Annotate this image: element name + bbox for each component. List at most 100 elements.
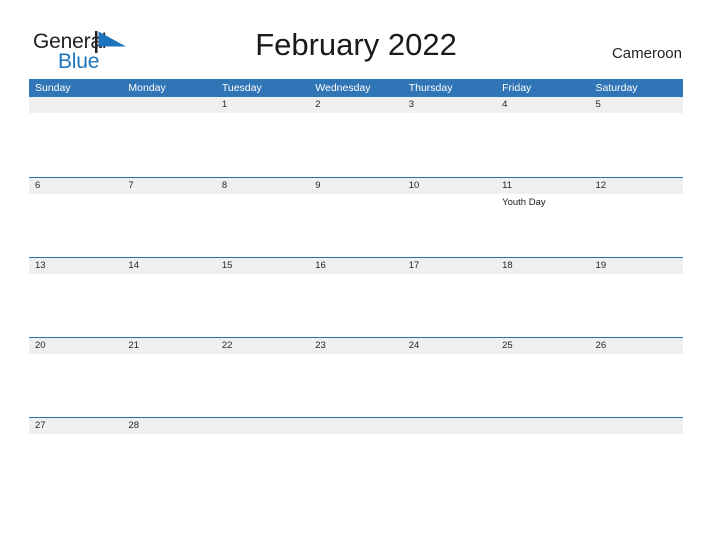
- day-events: [309, 194, 402, 196]
- day-cell-4[interactable]: 4: [496, 97, 590, 177]
- day-events: [216, 354, 309, 356]
- day-events: [122, 274, 215, 276]
- day-number: 9: [315, 180, 321, 191]
- day-cell-empty-saturday: [589, 418, 683, 497]
- weekday-header-row: Sunday Monday Tuesday Wednesday Thursday…: [29, 79, 683, 97]
- day-cell-27[interactable]: 27: [29, 418, 123, 497]
- day-cell-10[interactable]: 10: [402, 178, 497, 257]
- day-events: [590, 434, 683, 436]
- calendar-week-row: 20 21 22 23 24 25 26: [29, 337, 683, 417]
- day-number-band: 4: [496, 97, 590, 113]
- day-cell-3[interactable]: 3: [402, 97, 497, 177]
- day-cell-22[interactable]: 22: [215, 338, 310, 417]
- day-number-band: 13: [29, 258, 123, 274]
- day-cell-28[interactable]: 28: [122, 418, 216, 497]
- day-cell-26[interactable]: 26: [589, 338, 683, 417]
- day-cell-5[interactable]: 5: [589, 97, 683, 177]
- day-number-band: 26: [589, 338, 683, 354]
- day-events: [309, 113, 402, 115]
- day-number: 8: [221, 180, 228, 191]
- day-cell-11[interactable]: 11 Youth Day: [496, 178, 590, 257]
- day-number: 13: [35, 260, 46, 271]
- day-cell-21[interactable]: 21: [122, 338, 216, 417]
- day-number-band: 14: [122, 258, 216, 274]
- day-number: 10: [408, 180, 420, 191]
- day-events: [29, 194, 122, 196]
- calendar-week-row: 1 2 3 4 5: [29, 97, 683, 177]
- calendar-week-row: 6 7 8 9 10 11 Youth Day 12: [29, 177, 683, 257]
- day-number-band: 20: [29, 338, 123, 354]
- day-number-band: 28: [122, 418, 216, 434]
- day-cell-6[interactable]: 6: [29, 178, 123, 257]
- day-number-band: 19: [589, 258, 683, 274]
- day-events: [216, 194, 309, 196]
- day-number-band: 15: [215, 258, 310, 274]
- day-events: [403, 354, 496, 356]
- day-events: [496, 274, 589, 276]
- day-cell-12[interactable]: 12: [589, 178, 683, 257]
- day-number-band: 27: [29, 418, 123, 434]
- day-events: [403, 274, 496, 276]
- day-cell-17[interactable]: 17: [402, 258, 497, 337]
- day-number-band: [215, 418, 310, 434]
- day-events: [590, 194, 683, 196]
- day-number-band: [309, 418, 403, 434]
- day-events: [29, 113, 122, 115]
- day-events: [496, 434, 589, 436]
- day-number: 4: [502, 99, 508, 110]
- country-label: Cameroon: [611, 45, 682, 62]
- day-events: [403, 113, 496, 115]
- day-number: 23: [315, 340, 326, 351]
- day-number: 25: [502, 340, 513, 351]
- day-events: [122, 434, 215, 436]
- day-cell-24[interactable]: 24: [402, 338, 497, 417]
- day-events: [29, 354, 122, 356]
- day-number: 11: [502, 180, 512, 191]
- day-cell-8[interactable]: 8: [215, 178, 310, 257]
- day-number-band: 23: [309, 338, 403, 354]
- day-number-band: [29, 97, 123, 113]
- day-events: [309, 354, 402, 356]
- day-number: 14: [128, 260, 139, 271]
- day-number: 26: [595, 340, 607, 351]
- day-number-band: 22: [215, 338, 310, 354]
- day-cell-19[interactable]: 19: [589, 258, 683, 337]
- day-number-band: [402, 418, 497, 434]
- day-number-band: 25: [496, 338, 590, 354]
- day-events: [216, 434, 309, 436]
- day-number-band: 3: [402, 97, 497, 113]
- day-events: [309, 434, 402, 436]
- page-title: February 2022: [255, 27, 457, 62]
- day-cell-9[interactable]: 9: [309, 178, 403, 257]
- day-events: [122, 194, 215, 196]
- day-events: [590, 274, 683, 276]
- day-number-band: 8: [215, 178, 310, 194]
- day-cell-20[interactable]: 20: [29, 338, 123, 417]
- calendar-page: General Blue February 2022 Cameroon Sund…: [0, 0, 712, 550]
- weekday-header-tuesday: Tuesday: [221, 82, 262, 94]
- weekday-header-friday: Friday: [502, 82, 532, 94]
- calendar-weeks: 1 2 3 4 5 6 7 8 9 10 11 Youth Day 12 13 14 15 16 17 18 19 20…: [29, 97, 683, 497]
- day-cell-14[interactable]: 14: [122, 258, 216, 337]
- day-cell-7[interactable]: 7: [122, 178, 216, 257]
- day-number-band: [122, 97, 216, 113]
- day-number-band: 6: [29, 178, 123, 194]
- day-cell-18[interactable]: 18: [496, 258, 590, 337]
- weekday-header-monday: Monday: [128, 82, 166, 94]
- holiday-event: Youth Day: [502, 197, 546, 208]
- day-number: 28: [128, 420, 139, 431]
- day-cell-15[interactable]: 15: [215, 258, 310, 337]
- day-number-band: 9: [309, 178, 403, 194]
- day-number: 20: [35, 340, 46, 351]
- day-cell-1[interactable]: 1: [215, 97, 310, 177]
- day-events: [590, 354, 683, 356]
- day-events: Youth Day: [496, 194, 589, 209]
- day-cell-2[interactable]: 2: [309, 97, 403, 177]
- day-cell-13[interactable]: 13: [29, 258, 123, 337]
- day-cell-25[interactable]: 25: [496, 338, 590, 417]
- day-cell-empty-monday: [122, 97, 216, 177]
- day-number-band: 5: [589, 97, 683, 113]
- day-cell-23[interactable]: 23: [309, 338, 403, 417]
- day-number: 12: [595, 180, 607, 191]
- day-cell-16[interactable]: 16: [309, 258, 403, 337]
